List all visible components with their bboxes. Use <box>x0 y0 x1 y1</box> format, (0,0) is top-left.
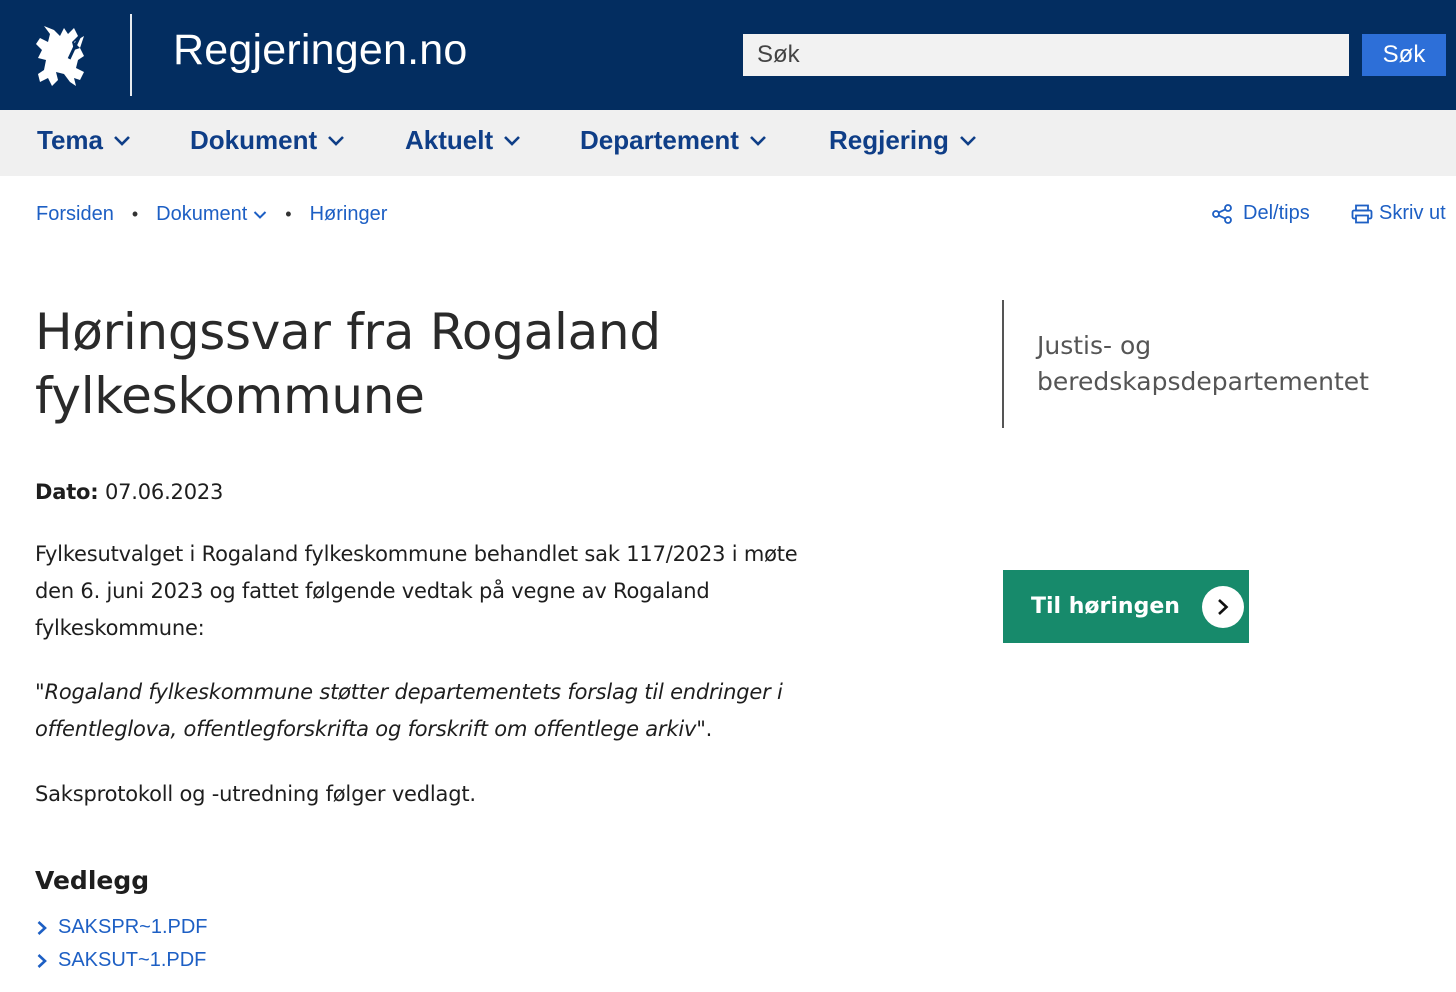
logo-divider <box>130 14 132 96</box>
nav-item-aktuelt[interactable]: Aktuelt <box>405 125 521 156</box>
quote-close: ". <box>696 717 713 741</box>
chevron-down-icon <box>960 135 976 146</box>
chevron-right-icon <box>37 920 47 935</box>
breadcrumb-item-horinger[interactable]: Høringer <box>310 203 388 226</box>
paragraph-intro: Fylkesutvalget i Rogaland fylkeskommune … <box>35 542 798 640</box>
nav-item-label: Regjering <box>829 125 949 155</box>
share-link[interactable]: Del/tips <box>1211 202 1310 225</box>
chevron-down-icon <box>750 135 766 146</box>
attachment-name: SAKSUT~1.PDF <box>58 949 207 971</box>
breadcrumb-separator: • <box>285 204 292 224</box>
print-label: Skriv ut <box>1379 202 1446 224</box>
chevron-right-icon <box>37 953 47 968</box>
breadcrumb-item-label: Dokument <box>156 203 248 225</box>
breadcrumb-separator: • <box>131 204 139 224</box>
nav-item-tema[interactable]: Tema <box>37 125 131 156</box>
attachment-link[interactable]: SAKSPR~1.PDF <box>36 916 208 939</box>
chevron-down-icon <box>254 210 267 219</box>
site-title[interactable]: Regjeringen.no <box>173 26 467 75</box>
breadcrumb-item-forsiden[interactable]: Forsiden <box>36 203 114 226</box>
nav-item-label: Aktuelt <box>405 125 494 155</box>
department-divider <box>1002 300 1004 428</box>
nav-item-dokument[interactable]: Dokument <box>190 125 345 156</box>
lion-coat-of-arms-icon[interactable] <box>30 22 90 90</box>
date-line: Dato: 07.06.2023 <box>35 474 825 511</box>
main-nav: Tema Dokument Aktuelt Departement Regjer… <box>0 110 1456 176</box>
print-link[interactable]: Skriv ut <box>1351 202 1446 225</box>
nav-item-label: Departement <box>580 125 739 155</box>
nav-item-regjering[interactable]: Regjering <box>829 125 977 156</box>
attachments-heading: Vedlegg <box>35 866 150 895</box>
search-input[interactable] <box>743 34 1349 76</box>
paragraph-attachments-note: Saksprotokoll og -utredning følger vedla… <box>35 782 476 806</box>
to-hearing-button[interactable]: Til høringen <box>1003 570 1249 643</box>
search-button[interactable]: Søk <box>1362 34 1446 76</box>
date-value: 07.06.2023 <box>104 480 224 504</box>
nav-item-departement[interactable]: Departement <box>580 125 767 156</box>
share-icon <box>1212 203 1232 224</box>
paragraph-quote: "Rogaland fylkeskommune støtter departem… <box>35 674 825 748</box>
share-label: Del/tips <box>1243 202 1310 224</box>
breadcrumb: Forsiden • Dokument • Høringer <box>36 203 387 226</box>
chevron-down-icon <box>328 135 345 146</box>
chevron-down-icon <box>114 135 130 146</box>
chevron-down-icon <box>504 135 521 146</box>
top-header: Regjeringen.no Søk <box>0 0 1456 110</box>
chevron-right-icon <box>1201 585 1244 628</box>
department-name[interactable]: Justis- og beredskapsdepartementet <box>1037 328 1437 400</box>
printer-icon <box>1351 204 1373 223</box>
page-title: Høringssvar fra Rogaland fylkeskommune <box>35 303 661 425</box>
date-label: Dato: <box>35 480 99 504</box>
attachment-name: SAKSPR~1.PDF <box>58 916 208 938</box>
nav-item-label: Tema <box>37 125 103 155</box>
to-hearing-label: Til høringen <box>1031 594 1180 619</box>
quote-text: Rogaland fylkeskommune støtter departeme… <box>35 680 783 741</box>
attachment-link[interactable]: SAKSUT~1.PDF <box>36 949 206 972</box>
nav-item-label: Dokument <box>190 125 318 155</box>
breadcrumb-item-dokument[interactable]: Dokument <box>156 203 267 226</box>
